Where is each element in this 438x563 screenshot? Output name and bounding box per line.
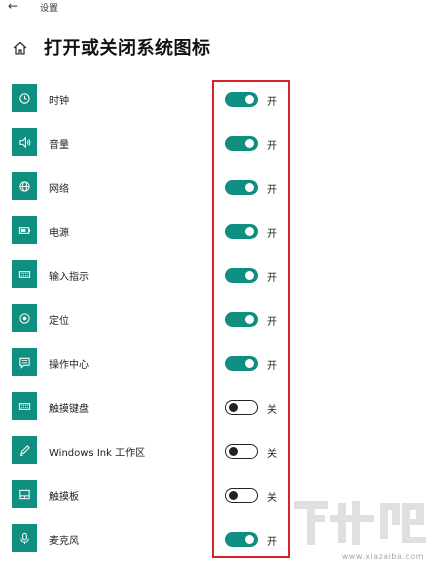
toggle-state-text: 开	[267, 273, 277, 284]
toggle-knob	[245, 95, 254, 104]
power-toggle[interactable]	[225, 224, 258, 239]
watermark-logo	[294, 501, 426, 545]
toggle-knob	[245, 359, 254, 368]
title-bar: ← 设置	[0, 0, 438, 18]
microphone-toggle[interactable]	[225, 532, 258, 547]
watermark-url: www.xiazaiba.com	[341, 552, 424, 561]
list-item: 触摸键盘 关	[0, 392, 438, 422]
page-title: 打开或关闭系统图标	[44, 38, 211, 59]
toggle-state-text: 开	[267, 317, 277, 328]
home-icon[interactable]	[12, 40, 28, 56]
page-header: 打开或关闭系统图标	[0, 30, 438, 66]
toggle-knob	[245, 139, 254, 148]
toggle-knob	[245, 271, 254, 280]
battery-icon	[12, 216, 37, 244]
network-toggle[interactable]	[225, 180, 258, 195]
touchpad-icon	[12, 480, 37, 508]
action-center-toggle[interactable]	[225, 356, 258, 371]
item-label: Windows Ink 工作区	[49, 448, 146, 459]
toggle-state-text: 关	[267, 493, 277, 504]
toggle-knob	[229, 490, 238, 500]
item-label: 定位	[49, 316, 69, 327]
clock-icon	[12, 84, 37, 112]
list-item: 电源 开	[0, 216, 438, 246]
touch-keyboard-toggle[interactable]	[225, 400, 258, 415]
item-label: 时钟	[49, 96, 69, 107]
input-indicator-toggle[interactable]	[225, 268, 258, 283]
toggle-knob	[245, 535, 254, 544]
toggle-state-text: 开	[267, 141, 277, 152]
back-arrow-icon[interactable]: ←	[8, 0, 18, 13]
volume-toggle[interactable]	[225, 136, 258, 151]
list-item: 定位 开	[0, 304, 438, 334]
microphone-icon	[12, 524, 37, 552]
window-title: 设置	[40, 4, 59, 14]
item-label: 麦克风	[49, 536, 79, 547]
location-toggle[interactable]	[225, 312, 258, 327]
windows-ink-toggle[interactable]	[225, 444, 258, 459]
item-label: 操作中心	[49, 360, 89, 371]
volume-icon	[12, 128, 37, 156]
keyboard-icon	[12, 260, 37, 288]
toggle-state-text: 开	[267, 537, 277, 548]
toggle-knob	[245, 315, 254, 324]
item-label: 触摸板	[49, 492, 79, 503]
item-label: 音量	[49, 140, 69, 151]
list-item: 操作中心 开	[0, 348, 438, 378]
list-item: Windows Ink 工作区 关	[0, 436, 438, 466]
toggle-state-text: 关	[267, 405, 277, 416]
list-item: 音量 开	[0, 128, 438, 158]
pen-icon	[12, 436, 37, 464]
location-icon	[12, 304, 37, 332]
list-item: 网络 开	[0, 172, 438, 202]
toggle-knob	[245, 183, 254, 192]
list-item: 输入指示 开	[0, 260, 438, 290]
toggle-knob	[245, 227, 254, 236]
toggle-state-text: 关	[267, 449, 277, 460]
touch-keyboard-icon	[12, 392, 37, 420]
action-center-icon	[12, 348, 37, 376]
item-label: 网络	[49, 184, 69, 195]
toggle-state-text: 开	[267, 97, 277, 108]
item-label: 输入指示	[49, 272, 89, 283]
item-label: 电源	[49, 228, 69, 239]
toggle-knob	[229, 446, 238, 456]
toggle-state-text: 开	[267, 185, 277, 196]
toggle-state-text: 开	[267, 229, 277, 240]
toggle-knob	[229, 402, 238, 412]
touchpad-toggle[interactable]	[225, 488, 258, 503]
item-label: 触摸键盘	[49, 404, 89, 415]
list-item: 时钟 开	[0, 84, 438, 114]
toggle-state-text: 开	[267, 361, 277, 372]
clock-toggle[interactable]	[225, 92, 258, 107]
globe-icon	[12, 172, 37, 200]
